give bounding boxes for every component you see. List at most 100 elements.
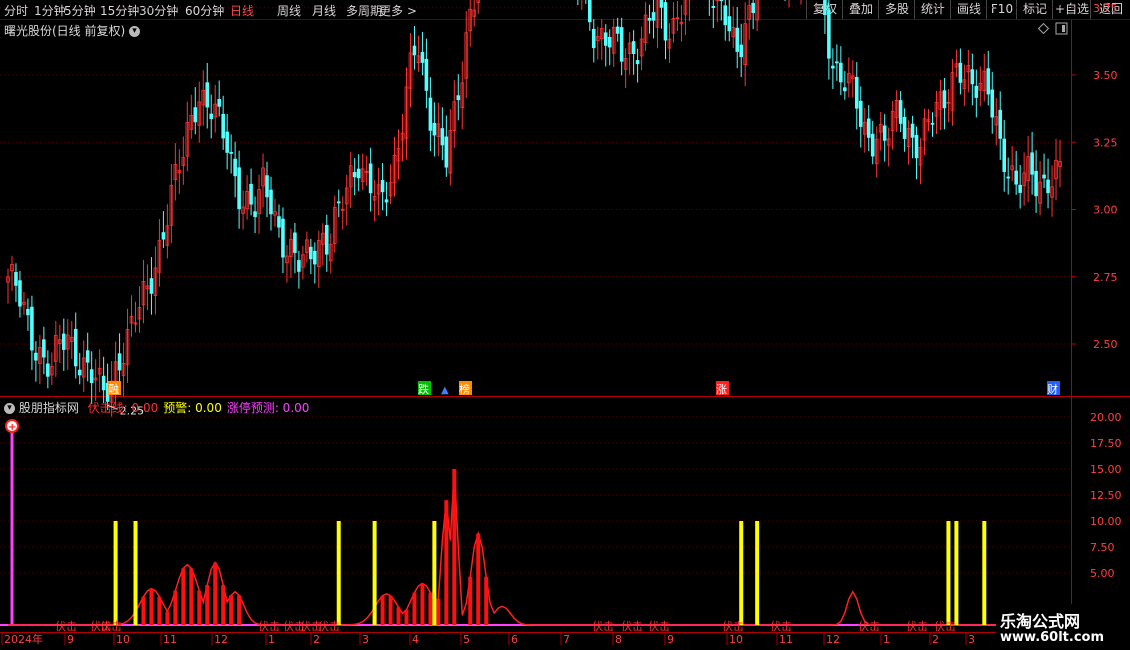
candle-body (352, 171, 357, 178)
ambush-signal-label: 伏击 (621, 619, 643, 633)
warning-bar (946, 521, 951, 625)
ambush-signal-label: 伏击 (906, 619, 928, 633)
candle-body (751, 2, 755, 14)
event-marker-label: 榜 (459, 382, 470, 396)
candle-body (249, 183, 253, 205)
candle-body (942, 90, 947, 109)
candle-body (221, 113, 225, 139)
kline-chart: +伏击伏击伏击伏击伏击伏击伏击伏击伏击伏击伏击伏击伏击伏击伏击 4.504.25… (0, 0, 1130, 646)
time-axis-label: 7 (563, 633, 570, 646)
candle-body (217, 98, 221, 107)
candle-body (587, 0, 592, 23)
candle-body (603, 32, 608, 46)
candle-body (73, 328, 78, 367)
candle-body (1042, 174, 1046, 179)
candle-body (823, 0, 827, 16)
indicator-axis-label: 7.50 (1090, 541, 1115, 554)
price-axis-label: 3.25 (1093, 136, 1118, 149)
indicator-title: ▾ 股朋指标网 伏击线: 0.00 预警: 0.00 涨停预测: 0.00 (4, 399, 309, 416)
candle-body (428, 97, 433, 131)
warning-bar (982, 521, 987, 625)
warning-bar (336, 521, 341, 625)
candle-body (324, 224, 329, 255)
candle-body (269, 189, 273, 215)
price-axis-label: 3.00 (1093, 204, 1118, 217)
candle-body (26, 308, 30, 316)
candle-body (843, 87, 847, 92)
candle-body (659, 0, 664, 8)
candle-body (663, 2, 668, 41)
warning-bar (432, 521, 437, 625)
price-axis-label: 2.50 (1093, 338, 1118, 351)
candle-body (831, 65, 835, 69)
candle-body (309, 246, 313, 260)
candle-body (412, 45, 417, 56)
candle-body (870, 133, 875, 157)
time-axis-label: 12 (826, 633, 840, 646)
indicator-axis-label: 17.50 (1090, 437, 1122, 450)
candle-body (368, 163, 373, 194)
candle-body (858, 100, 863, 127)
time-axis-label: 2 (932, 633, 939, 646)
time-axis-label: 5 (463, 633, 470, 646)
candle-body (914, 134, 919, 159)
candle-body (970, 69, 975, 85)
candle-body (910, 123, 915, 138)
warning-bar (133, 521, 138, 625)
candle-body (631, 41, 636, 55)
candle-body (854, 76, 859, 109)
candle-body (209, 113, 214, 120)
ambush-signal-label: 伏击 (258, 619, 280, 633)
candle-body (205, 82, 210, 108)
time-axis-label: 9 (67, 633, 74, 646)
candle-body (313, 250, 317, 265)
time-axis-label: 1 (883, 633, 890, 646)
event-marker-label: 跌 (418, 382, 429, 396)
candle-body (89, 369, 94, 384)
candle-body (635, 60, 640, 65)
ambush-signal-label: 伏击 (648, 619, 670, 633)
candle-body (990, 89, 995, 118)
candle-body (384, 199, 389, 203)
candle-body (619, 27, 624, 62)
candle-body (1030, 152, 1034, 175)
time-axis-label: 2 (313, 633, 320, 646)
candle-body (61, 333, 66, 350)
candle-body (902, 116, 907, 139)
candle-body (835, 61, 839, 64)
time-axis-label: 9 (667, 633, 674, 646)
chevron-down-icon[interactable]: ▾ (4, 403, 15, 414)
ambush-signal-label: 伏击 (592, 619, 614, 633)
panel-toggle-icon[interactable] (1055, 22, 1068, 35)
candle-body (719, 0, 724, 2)
indicator-value: 伏击线: 0.00 (87, 401, 159, 415)
event-marker-label: 融 (108, 383, 119, 396)
indicator-axis-label: 5.00 (1090, 567, 1115, 580)
plus-icon-glyph: + (8, 422, 16, 433)
time-axis-label: 8 (615, 633, 622, 646)
candle-body (456, 95, 461, 101)
time-axis-label: 1 (268, 633, 275, 646)
candle-body (42, 339, 46, 358)
candle-body (615, 26, 620, 34)
candle-body (839, 62, 843, 83)
candle-body (432, 122, 437, 136)
candle-body (607, 37, 612, 48)
candle-body (1046, 179, 1050, 194)
candle-body (735, 27, 740, 52)
diamond-icon[interactable] (1037, 22, 1050, 35)
indicator-axis-label: 20.00 (1090, 411, 1122, 424)
candle-body (277, 216, 281, 228)
time-axis-label: 4 (412, 633, 419, 646)
indicator-axis-label: 15.00 (1090, 463, 1122, 476)
candle-body (233, 158, 237, 177)
ambush-line (7, 468, 1061, 626)
candle-body (356, 168, 361, 179)
candle-body (424, 58, 429, 91)
candle-body (711, 5, 716, 8)
ambush-signal-label: 伏击 (55, 619, 77, 633)
watermark: 乐淘公式网 www.60lt.com (996, 604, 1130, 650)
time-axis-label: 10 (116, 633, 130, 646)
indicator-value: 涨停预测: 0.00 (226, 401, 310, 415)
candle-body (739, 44, 744, 58)
